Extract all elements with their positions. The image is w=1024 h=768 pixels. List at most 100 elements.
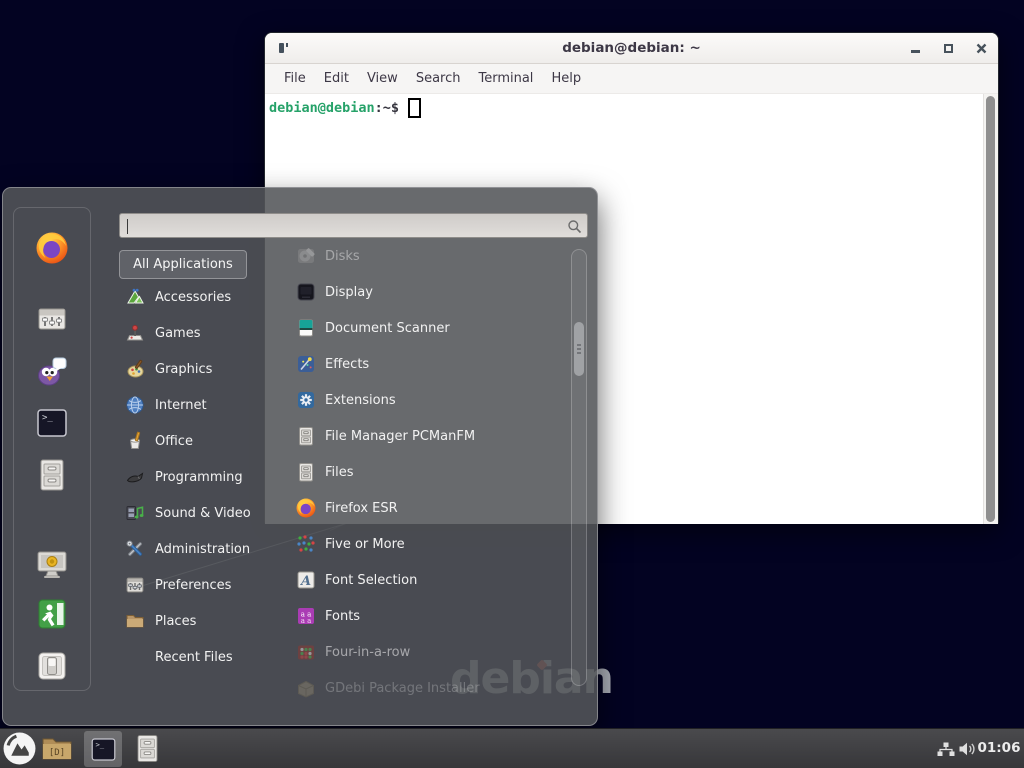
terminal-titlebar[interactable]: debian@debian: ~ <box>265 33 998 64</box>
minimize-button[interactable] <box>908 41 922 55</box>
menu-file[interactable]: File <box>275 71 315 86</box>
svg-text:>_: >_ <box>95 740 104 749</box>
menu-view[interactable]: View <box>358 71 407 86</box>
app-item-disks[interactable]: Disks <box>281 238 567 274</box>
category-graphics[interactable]: Graphics <box>119 351 267 387</box>
applications-menu-button[interactable] <box>2 731 37 766</box>
places-folder-icon <box>125 611 145 631</box>
font-selection-icon: A <box>295 569 317 591</box>
app-item-files[interactable]: Files <box>281 454 567 490</box>
programming-icon <box>125 467 145 487</box>
dock-firefox-button[interactable] <box>33 229 71 267</box>
app-item-firefox-esr[interactable]: Firefox ESR <box>281 490 567 526</box>
disks-icon <box>295 245 317 267</box>
close-button[interactable] <box>974 41 988 55</box>
window-title: debian@debian: ~ <box>265 33 998 63</box>
desktop: debian debian@debian: ~ File Edit View S… <box>0 0 1024 768</box>
taskbar-file-manager-button[interactable] <box>132 733 163 764</box>
file-cabinet-icon <box>132 733 163 764</box>
menu-edit[interactable]: Edit <box>315 71 358 86</box>
terminal-menubar: File Edit View Search Terminal Help <box>265 64 998 94</box>
app-item-display[interactable]: Display <box>281 274 567 310</box>
category-accessories[interactable]: Accessories <box>119 279 267 315</box>
application-menu: >_ <box>2 187 598 726</box>
games-icon <box>125 323 145 343</box>
app-item-extensions[interactable]: Extensions <box>281 382 567 418</box>
app-item-effects[interactable]: Effects <box>281 346 567 382</box>
pidgin-icon <box>34 353 70 389</box>
category-games[interactable]: Games <box>119 315 267 351</box>
app-item-gdebi-package-installer[interactable]: GDebi Package Installer <box>281 670 567 706</box>
sound-video-icon <box>125 503 145 523</box>
dock-shut-down-button[interactable] <box>33 647 71 685</box>
app-item-font-selection[interactable]: A Font Selection <box>281 562 567 598</box>
display-icon <box>295 281 317 303</box>
menu-terminal[interactable]: Terminal <box>469 71 542 86</box>
category-administration[interactable]: Administration <box>119 531 267 567</box>
graphics-icon <box>125 359 145 379</box>
category-preferences[interactable]: Preferences <box>119 567 267 603</box>
scrollbar-thumb[interactable] <box>574 322 584 376</box>
category-places[interactable]: Places <box>119 603 267 639</box>
scrollbar-thumb[interactable] <box>986 96 995 522</box>
category-recent-files[interactable]: Recent Files <box>119 639 267 675</box>
preferences-icon <box>125 575 145 595</box>
volume-tray-icon[interactable] <box>958 741 977 757</box>
dock-pidgin-button[interactable] <box>33 352 71 390</box>
category-office[interactable]: Office <box>119 423 267 459</box>
taskbar-terminal-button[interactable]: >_ <box>84 731 122 767</box>
extensions-gear-icon <box>295 389 317 411</box>
app-item-fonts[interactable]: a a a a Fonts <box>281 598 567 634</box>
minimize-icon <box>911 50 920 53</box>
fonts-icon: a a a a <box>295 605 317 627</box>
dock-log-out-button[interactable] <box>33 595 71 633</box>
dock-file-manager-button[interactable] <box>33 456 71 494</box>
category-internet[interactable]: Internet <box>119 387 267 423</box>
menu-search[interactable]: Search <box>407 71 470 86</box>
firefox-icon <box>34 230 70 266</box>
package-icon <box>295 677 317 699</box>
search-field[interactable] <box>119 213 588 238</box>
settings-sliders-icon <box>34 301 70 337</box>
office-icon <box>125 431 145 451</box>
category-programming[interactable]: Programming <box>119 459 267 495</box>
shell-prompt: debian@debian:~$ <box>269 98 421 118</box>
five-or-more-icon <box>295 533 317 555</box>
app-item-four-in-a-row[interactable]: Four-in-a-row <box>281 634 567 670</box>
app-item-five-or-more[interactable]: Five or More <box>281 526 567 562</box>
all-applications-button[interactable]: All Applications <box>119 250 247 279</box>
effects-icon <box>295 353 317 375</box>
dock-settings-button[interactable] <box>33 300 71 338</box>
menu-help[interactable]: Help <box>542 71 590 86</box>
desktop-folder-icon: [D] <box>41 735 73 763</box>
app-list-scrollbar[interactable] <box>571 249 587 686</box>
thumb-grip <box>577 352 581 354</box>
app-item-file-manager-pcmanfm[interactable]: File Manager PCManFM <box>281 418 567 454</box>
network-tray-icon[interactable] <box>937 742 955 757</box>
desktop-folder-button[interactable]: [D] <box>41 735 73 763</box>
thumb-grip <box>577 348 581 350</box>
dock-terminal-button[interactable]: >_ <box>33 404 71 442</box>
prompt-suffix: :~$ <box>375 100 399 116</box>
log-out-icon <box>34 596 70 632</box>
screensaver-lock-icon <box>34 546 70 582</box>
search-icon <box>567 219 582 234</box>
accessories-icon <box>125 287 145 307</box>
file-cabinet-icon <box>295 425 317 447</box>
close-icon <box>976 43 987 54</box>
svg-text:A: A <box>299 574 311 589</box>
terminal-scrollbar[interactable] <box>983 94 998 524</box>
app-item-document-scanner[interactable]: Document Scanner <box>281 310 567 346</box>
favorites-dock: >_ <box>13 207 91 691</box>
maximize-button[interactable] <box>941 41 955 55</box>
clock[interactable]: 01:06 <box>976 729 1022 768</box>
search-input[interactable] <box>128 217 548 235</box>
all-applications-label: All Applications <box>133 257 233 272</box>
prompt-user-host: debian@debian <box>269 100 375 116</box>
svg-text:[D]: [D] <box>49 748 65 758</box>
four-in-a-row-icon <box>295 641 317 663</box>
svg-text:>_: >_ <box>42 413 53 423</box>
dock-lock-screen-button[interactable] <box>33 545 71 583</box>
taskbar: [D] >_ <box>0 728 1024 768</box>
category-sound-video[interactable]: Sound & Video <box>119 495 267 531</box>
